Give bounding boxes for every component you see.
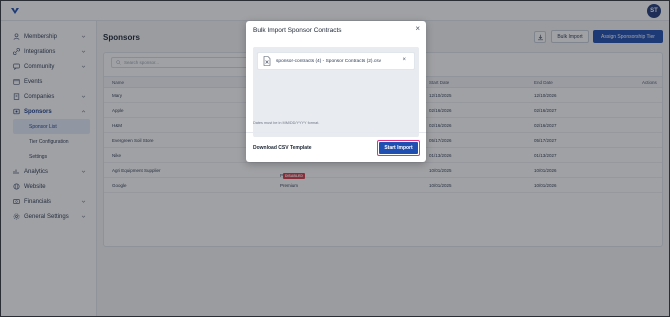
file-name: sponsor-contracts (4) - Sponsor Contract… xyxy=(276,58,382,64)
bulk-import-modal: Bulk Import Sponsor Contracts × sponsor-… xyxy=(246,21,426,162)
file-icon xyxy=(263,56,271,66)
download-csv-template-link[interactable]: Download CSV Template xyxy=(253,145,312,151)
remove-file-icon[interactable]: × xyxy=(402,57,406,63)
modal-footer: Download CSV Template Start Import xyxy=(246,132,426,162)
selected-file: sponsor-contracts (4) - Sponsor Contract… xyxy=(257,52,415,70)
date-format-hint: Dates must be in MM/DD/YYYY format. xyxy=(253,121,320,125)
start-import-highlight: Start Import xyxy=(377,140,420,156)
modal-title: Bulk Import Sponsor Contracts xyxy=(253,27,342,34)
close-icon[interactable]: × xyxy=(415,25,420,33)
start-import-button[interactable]: Start Import xyxy=(379,142,418,154)
app-window: ST Membership Integrations Community Eve… xyxy=(0,0,670,317)
